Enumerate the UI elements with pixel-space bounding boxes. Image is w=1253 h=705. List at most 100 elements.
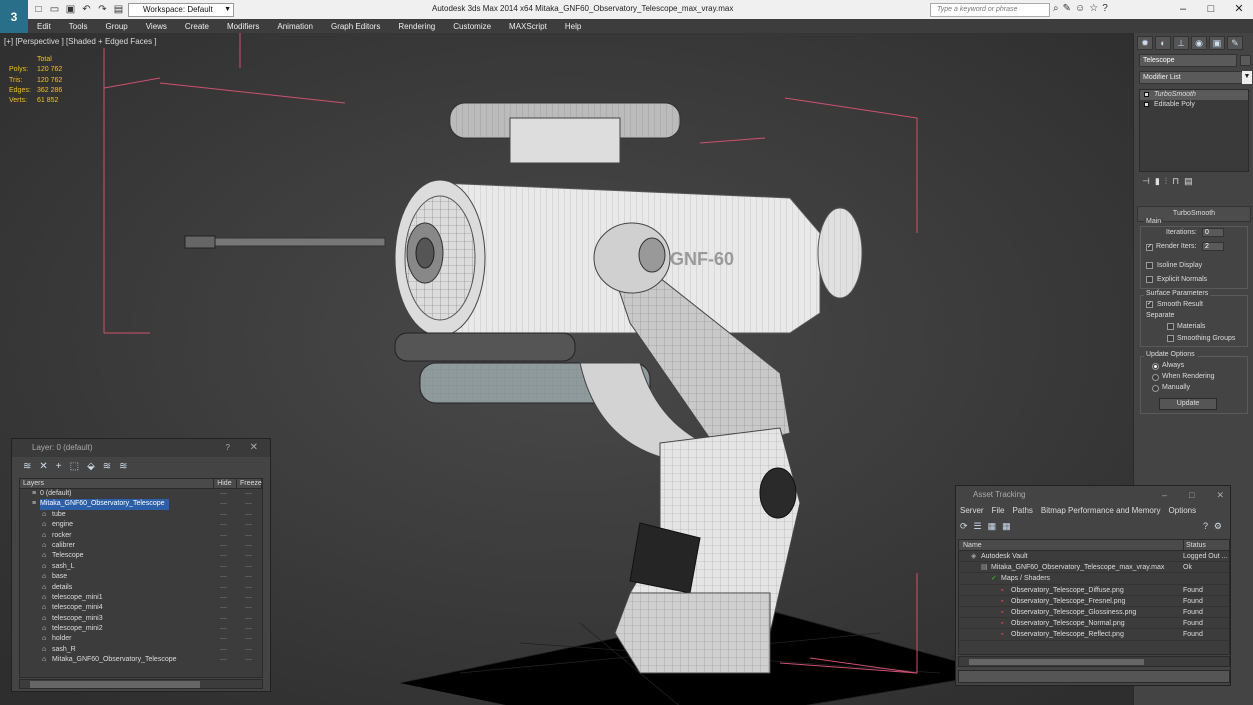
hide-toggle-icon[interactable]: —	[220, 593, 227, 603]
app-logo-button[interactable]: 3	[0, 0, 28, 33]
freeze-toggle-icon[interactable]: —	[245, 499, 252, 509]
asset-row[interactable]: ▪ Observatory_Telescope_Diffuse.png Found	[959, 585, 1229, 596]
explicit-normals-checkbox[interactable]	[1146, 276, 1153, 283]
menu-item[interactable]: Rendering	[389, 22, 444, 31]
asset-row[interactable]: ▪ Observatory_Telescope_Reflect.png Found	[959, 629, 1229, 641]
freeze-toggle-icon[interactable]: —	[245, 541, 252, 551]
pin-stack-icon[interactable]: ⊣	[1142, 176, 1150, 187]
utilities-tab-icon[interactable]: ✎	[1227, 36, 1243, 50]
hide-toggle-icon[interactable]: —	[220, 583, 227, 593]
grid-view-icon[interactable]: ▦	[1002, 521, 1011, 532]
object-color-swatch[interactable]	[1240, 55, 1251, 66]
hide-toggle-icon[interactable]: —	[220, 634, 227, 644]
hide-toggle-icon[interactable]: —	[220, 614, 227, 624]
undo-icon[interactable]: ↶	[80, 3, 93, 16]
modifier-stack-item[interactable]: TurboSmooth	[1140, 90, 1248, 100]
menu-item[interactable]: Group	[96, 22, 136, 31]
layer-row[interactable]: ⌂ Mitaka_GNF60_Observatory_Telescope — —	[20, 655, 262, 665]
help-icon[interactable]: ?	[226, 439, 230, 457]
menu-item[interactable]: Tools	[60, 22, 97, 31]
render-iters-spinner[interactable]: 2	[1202, 242, 1224, 251]
column-header[interactable]: Freeze	[237, 479, 262, 488]
hide-toggle-icon[interactable]: —	[220, 541, 227, 551]
asset-menu-item[interactable]: Paths	[1012, 504, 1032, 518]
menu-item[interactable]: Create	[176, 22, 218, 31]
freeze-toggle-icon[interactable]: —	[245, 603, 252, 613]
layer-row[interactable]: ⌂ sash_L — —	[20, 562, 262, 572]
asset-row[interactable]: ▪ Observatory_Telescope_Fresnel.png Found	[959, 596, 1229, 607]
hide-toggle-icon[interactable]: —	[220, 499, 227, 509]
layer-row[interactable]: ⌂ tube — —	[20, 510, 262, 520]
hide-toggle-icon[interactable]: —	[220, 551, 227, 561]
column-header[interactable]: Name	[963, 540, 982, 551]
layer-horizontal-scrollbar[interactable]	[19, 679, 263, 689]
freeze-toggle-icon[interactable]: —	[245, 614, 252, 624]
motion-tab-icon[interactable]: ◉	[1191, 36, 1207, 50]
iterations-spinner[interactable]: 0	[1202, 228, 1224, 237]
layer-row[interactable]: ⌂ details — —	[20, 583, 262, 593]
hide-toggle-icon[interactable]: —	[220, 655, 227, 665]
smooth-result-checkbox[interactable]: ✓	[1146, 301, 1153, 308]
star-icon[interactable]: ☆	[1089, 3, 1098, 14]
layer-row[interactable]: ≡ Mitaka_GNF60_Observatory_Telescope — —	[20, 499, 262, 510]
list-view-icon[interactable]: ☰	[974, 521, 982, 532]
layer-row[interactable]: ⌂ telescope_mini1 — —	[20, 593, 262, 603]
hide-toggle-icon[interactable]: —	[220, 489, 227, 499]
asset-horizontal-scrollbar[interactable]	[958, 656, 1230, 667]
menu-item[interactable]: Modifiers	[218, 22, 268, 31]
freeze-toggle-icon[interactable]: —	[245, 572, 252, 582]
smoothing-groups-checkbox[interactable]	[1167, 335, 1174, 342]
menu-item[interactable]: Help	[556, 22, 590, 31]
asset-row[interactable]: ✓ Maps / Shaders	[959, 573, 1229, 585]
table-view-icon[interactable]: ▦	[988, 521, 997, 532]
layer-row[interactable]: ⌂ calibrer — —	[20, 541, 262, 551]
minimize-icon[interactable]: –	[1169, 0, 1197, 19]
hide-toggle-icon[interactable]: —	[220, 572, 227, 582]
scrollbar-thumb[interactable]	[30, 681, 200, 688]
freeze-all-icon[interactable]: ≋	[119, 461, 127, 472]
freeze-toggle-icon[interactable]: —	[245, 489, 252, 499]
column-header[interactable]: Status	[1183, 540, 1206, 551]
delete-layer-icon[interactable]: ✕	[39, 461, 47, 472]
remove-modifier-icon[interactable]: ⊓	[1172, 176, 1179, 187]
freeze-toggle-icon[interactable]: —	[245, 510, 252, 520]
menu-item[interactable]: Views	[137, 22, 176, 31]
project-folder-icon[interactable]: ▤	[112, 3, 125, 16]
freeze-toggle-icon[interactable]: —	[245, 583, 252, 593]
select-objects-icon[interactable]: ⬚	[70, 461, 79, 472]
asset-menu-item[interactable]: Options	[1169, 504, 1197, 518]
freeze-toggle-icon[interactable]: —	[245, 551, 252, 561]
save-icon[interactable]: ▣	[64, 3, 77, 16]
refresh-icon[interactable]: ⟳	[960, 521, 968, 532]
close-icon[interactable]: ✕	[250, 439, 258, 457]
highlight-selected-icon[interactable]: ⬙	[87, 461, 95, 472]
isoline-checkbox[interactable]	[1146, 262, 1153, 269]
maximize-icon[interactable]: □	[1197, 0, 1225, 19]
object-name-field[interactable]: Telescope	[1139, 54, 1237, 67]
asset-menu-item[interactable]: Bitmap Performance and Memory	[1041, 504, 1161, 518]
asset-menu-item[interactable]: File	[992, 504, 1005, 518]
freeze-toggle-icon[interactable]: —	[245, 624, 252, 634]
hide-toggle-icon[interactable]: —	[220, 624, 227, 634]
hide-all-icon[interactable]: ≋	[103, 461, 111, 472]
update-button[interactable]: Update	[1159, 398, 1217, 410]
hide-toggle-icon[interactable]: —	[220, 510, 227, 520]
asset-row[interactable]: ▤ Mitaka_GNF60_Observatory_Telescope_max_…	[959, 562, 1229, 574]
menu-item[interactable]: Animation	[268, 22, 322, 31]
configure-sets-icon[interactable]: ▤	[1184, 176, 1193, 187]
modifier-list-dropdown[interactable]: Modifier List ▼	[1139, 71, 1252, 84]
menu-item[interactable]: MAXScript	[500, 22, 556, 31]
materials-checkbox[interactable]	[1167, 323, 1174, 330]
asset-row[interactable]: ▪ Observatory_Telescope_Glossiness.png Fou…	[959, 607, 1229, 619]
asset-path-field[interactable]	[958, 670, 1230, 683]
maximize-icon[interactable]: □	[1189, 486, 1194, 504]
close-icon[interactable]: ✕	[1216, 486, 1224, 504]
menu-item[interactable]: Customize	[444, 22, 500, 31]
open-file-icon[interactable]: ▭	[48, 3, 61, 16]
viewport-label[interactable]: [+] [Perspective ] [Shaded + Edged Faces…	[4, 37, 157, 46]
settings-icon[interactable]: ⚙	[1214, 521, 1222, 532]
menu-item[interactable]: Edit	[28, 22, 60, 31]
freeze-toggle-icon[interactable]: —	[245, 562, 252, 572]
freeze-toggle-icon[interactable]: —	[245, 655, 252, 665]
asset-row[interactable]: ▪ Observatory_Telescope_Normal.png Found	[959, 618, 1229, 630]
